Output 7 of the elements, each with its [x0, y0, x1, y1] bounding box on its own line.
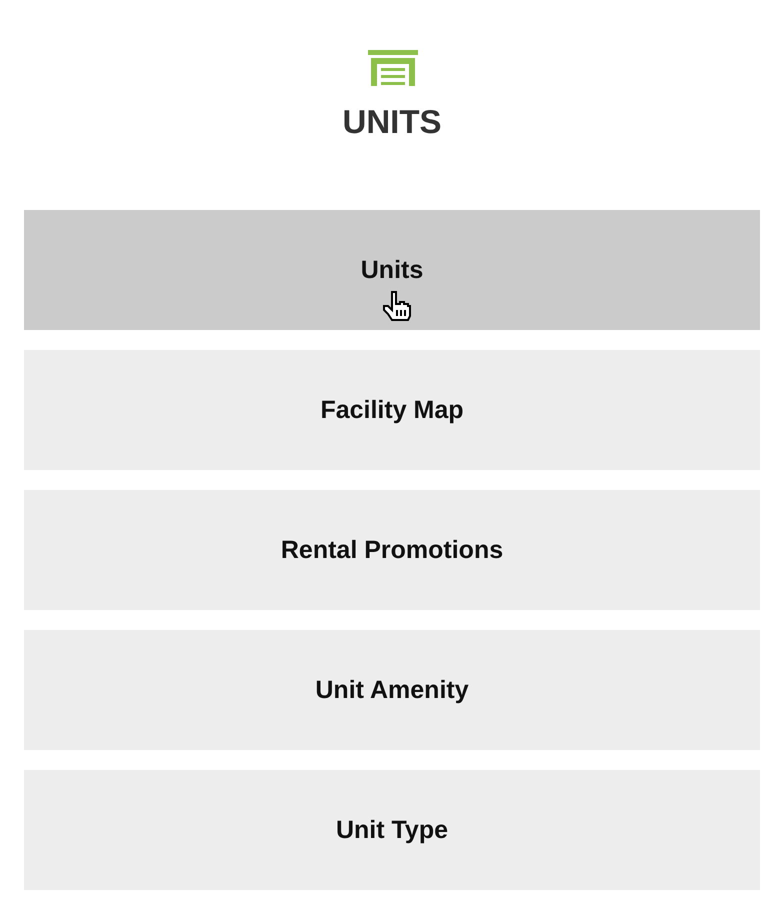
menu-item[interactable]: Unit Amenity [24, 630, 760, 750]
menu-item[interactable]: Facility Map [24, 350, 760, 470]
menu-item[interactable]: Units [24, 210, 760, 330]
garage-icon [368, 50, 418, 86]
menu-item[interactable]: Unit Type [24, 770, 760, 890]
menu-item[interactable]: Rental Promotions [24, 490, 760, 610]
page-title: UNITS [342, 102, 442, 142]
